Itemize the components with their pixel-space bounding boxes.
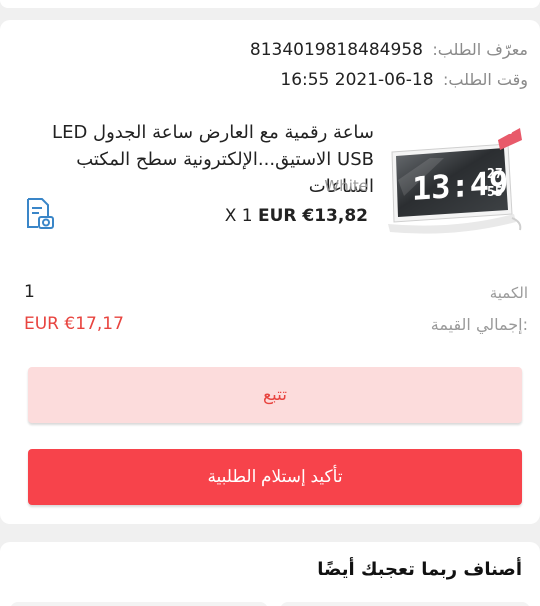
product-price: X 1 EUR €13,82 bbox=[225, 206, 368, 226]
confirm-receipt-button[interactable]: تأكيد إستلام الطلبية bbox=[28, 449, 522, 505]
recommendations-section: أصناف ربما تعجبك أيضًا bbox=[0, 542, 540, 606]
product-title[interactable]: ساعة رقمية مع العارض ساعة الجدول LED USB… bbox=[22, 119, 374, 200]
order-id-row: معرّف الطلب: 8134019818484958 bbox=[250, 40, 528, 60]
track-button[interactable]: تتبع bbox=[28, 367, 522, 423]
total-label: إجمالي القيمة: bbox=[430, 315, 528, 334]
product-image[interactable]: 13:49 27 55 bbox=[384, 118, 526, 238]
quantity-value: 1 bbox=[24, 282, 35, 302]
recommendation-tile[interactable] bbox=[10, 602, 268, 606]
order-time-value: 16:55 2021-06-18 bbox=[280, 70, 434, 90]
product-price-amount: EUR €13,82 bbox=[257, 206, 368, 226]
order-id-label: معرّف الطلب: bbox=[432, 40, 528, 59]
order-time-row: وقت الطلب: 16:55 2021-06-18 bbox=[280, 70, 528, 90]
recommendation-tile[interactable] bbox=[280, 602, 530, 606]
receipt-photo-icon[interactable] bbox=[22, 196, 56, 232]
previous-card bbox=[0, 0, 540, 8]
order-id-value[interactable]: 8134019818484958 bbox=[250, 40, 423, 60]
product-variant: White bbox=[324, 177, 368, 195]
order-time-label: وقت الطلب: bbox=[442, 70, 528, 89]
clock-side-digits: 27 bbox=[487, 167, 503, 182]
product-qty-prefix: X 1 bbox=[224, 206, 253, 226]
quantity-label: الكمية bbox=[489, 284, 528, 302]
total-value: EUR €17,17 bbox=[24, 314, 124, 334]
clock-side-digits-2: 55 bbox=[487, 185, 503, 200]
recommendations-title: أصناف ربما تعجبك أيضًا bbox=[317, 559, 522, 580]
